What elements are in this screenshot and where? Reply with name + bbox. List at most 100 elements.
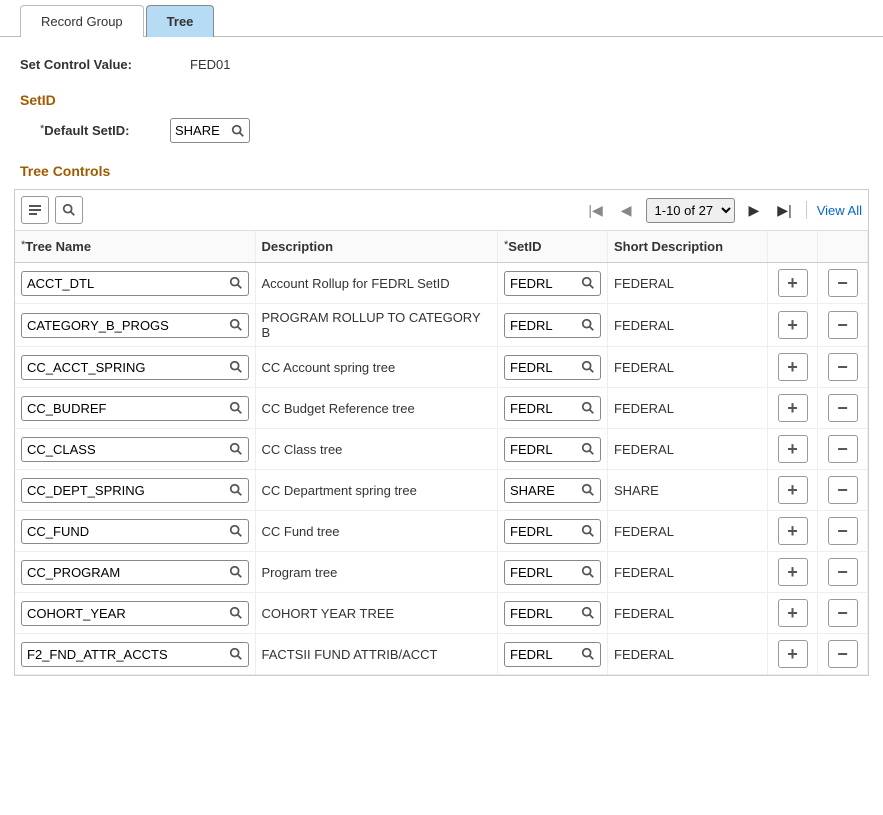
add-row-button[interactable]: + [778,353,808,381]
view-all-link[interactable]: View All [817,203,862,218]
delete-row-button[interactable]: − [828,269,858,297]
setid-field[interactable] [504,560,601,585]
tree-name-input[interactable] [27,275,229,292]
search-icon[interactable] [229,524,243,538]
delete-row-button[interactable]: − [828,311,858,339]
search-icon[interactable] [229,401,243,415]
delete-row-button[interactable]: − [828,599,858,627]
add-row-button[interactable]: + [778,269,808,297]
tree-name-field[interactable] [21,642,249,667]
add-row-button[interactable]: + [778,311,808,339]
setid-field[interactable] [504,642,601,667]
col-header-short-desc[interactable]: Short Description [608,231,768,263]
search-icon[interactable] [581,647,595,661]
setid-field[interactable] [504,271,601,296]
search-icon[interactable] [229,606,243,620]
tree-name-field[interactable] [21,313,249,338]
add-row-button[interactable]: + [778,640,808,668]
search-icon[interactable] [581,565,595,579]
add-row-button[interactable]: + [778,435,808,463]
setid-field[interactable] [504,437,601,462]
search-icon[interactable] [229,565,243,579]
tab-record-group[interactable]: Record Group [20,5,144,37]
tree-name-field[interactable] [21,271,249,296]
grid-toolbar: |◀ ◀ 1-10 of 27 ▶ ▶| View All [15,190,868,231]
setid-input[interactable] [510,275,560,292]
last-page-icon[interactable]: ▶| [773,202,795,219]
tab-tree[interactable]: Tree [146,5,215,37]
setid-field[interactable] [504,478,601,503]
search-icon[interactable] [229,276,243,290]
search-icon[interactable] [229,442,243,456]
first-page-icon[interactable]: |◀ [584,202,606,219]
search-icon[interactable] [581,606,595,620]
search-icon[interactable] [581,318,595,332]
search-icon[interactable] [229,483,243,497]
setid-input[interactable] [510,400,560,417]
delete-row-button[interactable]: − [828,558,858,586]
delete-row-button[interactable]: − [828,517,858,545]
tree-name-input[interactable] [27,359,229,376]
search-icon[interactable] [581,401,595,415]
delete-row-button[interactable]: − [828,435,858,463]
search-icon[interactable] [231,124,245,138]
add-row-button[interactable]: + [778,476,808,504]
next-page-icon[interactable]: ▶ [745,202,764,219]
tree-name-input[interactable] [27,605,229,622]
setid-field[interactable] [504,519,601,544]
personalize-button[interactable] [21,196,49,224]
setid-field[interactable] [504,396,601,421]
default-setid-field[interactable] [170,118,250,143]
tree-name-input[interactable] [27,441,229,458]
tree-name-input[interactable] [27,400,229,417]
tree-name-field[interactable] [21,519,249,544]
search-icon[interactable] [581,524,595,538]
add-row-button[interactable]: + [778,517,808,545]
tree-name-field[interactable] [21,601,249,626]
find-button[interactable] [55,196,83,224]
search-icon[interactable] [581,483,595,497]
setid-field[interactable] [504,355,601,380]
setid-input[interactable] [510,646,560,663]
default-setid-input[interactable] [175,121,231,140]
search-icon[interactable] [229,360,243,374]
setid-field[interactable] [504,313,601,338]
add-row-button[interactable]: + [778,558,808,586]
pager-select[interactable]: 1-10 of 27 [646,198,735,223]
table-row: PROGRAM ROLLUP TO CATEGORY BFEDERAL+− [15,304,868,347]
add-row-button[interactable]: + [778,394,808,422]
delete-row-button[interactable]: − [828,353,858,381]
setid-input[interactable] [510,523,560,540]
tree-name-input[interactable] [27,564,229,581]
default-setid-row: *Default SetID: [20,118,863,143]
setid-input[interactable] [510,482,560,499]
setid-field[interactable] [504,601,601,626]
search-icon[interactable] [581,360,595,374]
add-row-button[interactable]: + [778,599,808,627]
col-header-tree-name[interactable]: *Tree Name [15,231,255,263]
tree-name-field[interactable] [21,396,249,421]
tree-name-field[interactable] [21,560,249,585]
delete-row-button[interactable]: − [828,640,858,668]
tree-name-field[interactable] [21,355,249,380]
setid-input[interactable] [510,317,560,334]
tree-name-field[interactable] [21,437,249,462]
setid-input[interactable] [510,564,560,581]
search-icon[interactable] [229,318,243,332]
col-header-description[interactable]: Description [255,231,498,263]
delete-row-button[interactable]: − [828,394,858,422]
col-header-setid[interactable]: *SetID [498,231,608,263]
tree-name-field[interactable] [21,478,249,503]
search-icon[interactable] [581,276,595,290]
delete-row-button[interactable]: − [828,476,858,504]
tree-name-input[interactable] [27,523,229,540]
search-icon[interactable] [229,647,243,661]
tree-name-input[interactable] [27,646,229,663]
setid-input[interactable] [510,605,560,622]
tree-name-input[interactable] [27,317,229,334]
tree-name-input[interactable] [27,482,229,499]
setid-input[interactable] [510,359,560,376]
search-icon[interactable] [581,442,595,456]
prev-page-icon[interactable]: ◀ [617,202,636,219]
setid-input[interactable] [510,441,560,458]
